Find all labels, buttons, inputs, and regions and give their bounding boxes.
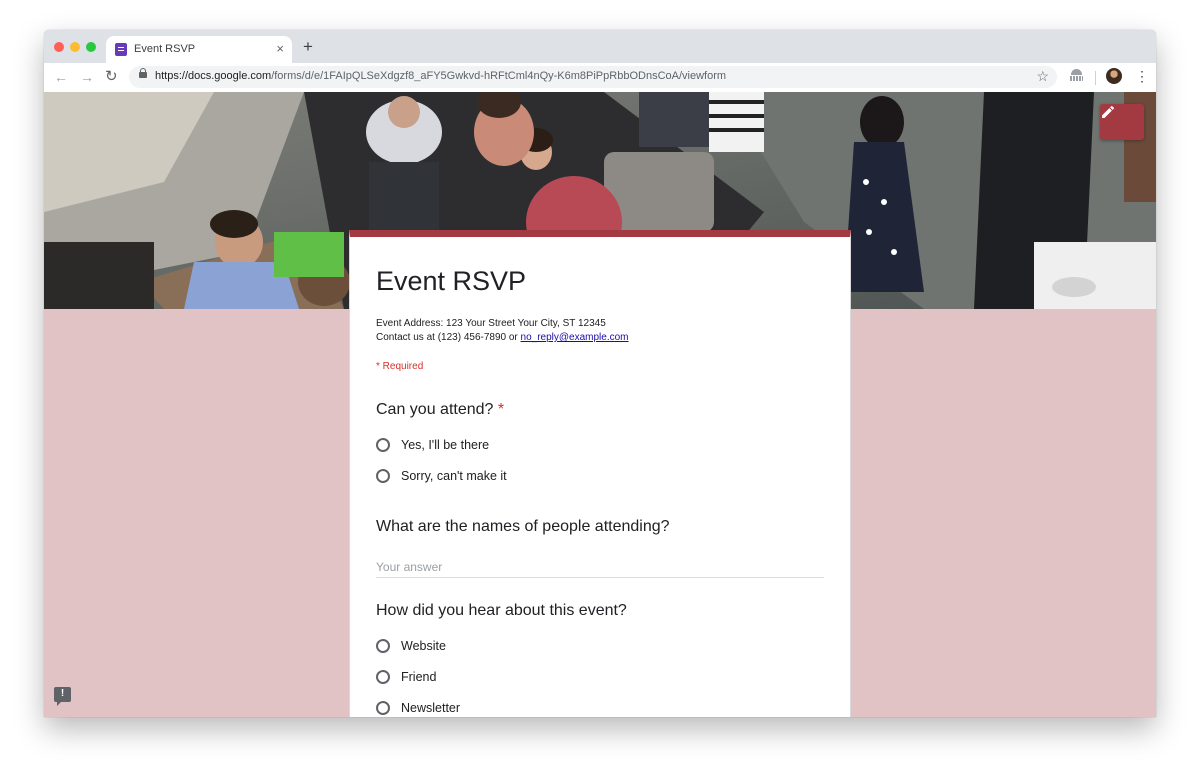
question-names-title: What are the names of people attending? xyxy=(376,518,670,535)
feedback-icon[interactable] xyxy=(54,687,71,706)
option-label: Friend xyxy=(401,670,437,684)
form-description: Event Address: 123 Your Street Your City… xyxy=(376,317,629,345)
new-tab-button[interactable]: + xyxy=(303,38,313,56)
radio-button[interactable] xyxy=(376,701,390,715)
google-forms-icon xyxy=(115,43,127,56)
option-label: Newsletter xyxy=(401,701,461,715)
browser-menu-icon[interactable]: ⋮ xyxy=(1135,67,1149,85)
contact-text: Contact us at (123) 456-7890 or xyxy=(376,332,521,343)
tab-title: Event RSVP xyxy=(134,43,196,55)
bookmark-star-icon[interactable]: ☆ xyxy=(1036,68,1049,85)
option-no[interactable]: Sorry, can't make it xyxy=(376,467,507,485)
pencil-icon xyxy=(1102,105,1115,118)
option-friend[interactable]: Friend xyxy=(376,668,436,686)
radio-button[interactable] xyxy=(376,639,390,653)
profile-avatar[interactable] xyxy=(1106,68,1122,84)
required-star: * xyxy=(497,401,505,418)
maximize-window-button[interactable] xyxy=(86,42,96,52)
browser-tab[interactable]: Event RSVP × xyxy=(106,36,292,63)
radio-button[interactable] xyxy=(376,438,390,452)
address-bar[interactable]: https://docs.google.com/forms/d/e/1FAIpQ… xyxy=(129,66,1057,88)
url-text[interactable]: https://docs.google.com/forms/d/e/1FAIpQ… xyxy=(155,70,726,82)
url-path: /forms/d/e/1FAIpQLSeXdgzf8_aFY5Gwkvd-hRF… xyxy=(271,70,727,82)
names-answer-input[interactable] xyxy=(376,557,824,578)
form-card: Event RSVP Event Address: 123 Your Stree… xyxy=(349,230,851,717)
toolbar-divider xyxy=(1095,71,1096,85)
tab-close-icon[interactable]: × xyxy=(276,41,284,57)
radio-button[interactable] xyxy=(376,670,390,684)
option-label: Website xyxy=(401,639,446,653)
question-attend-title: Can you attend? * xyxy=(376,401,504,419)
edit-button[interactable] xyxy=(1100,104,1144,140)
option-website[interactable]: Website xyxy=(376,637,446,655)
question-source-title: How did you hear about this event? xyxy=(376,602,627,619)
event-address: Event Address: 123 Your Street Your City… xyxy=(376,318,606,329)
option-label: Yes, I'll be there xyxy=(401,438,490,452)
option-label: Sorry, can't make it xyxy=(401,469,507,483)
close-window-button[interactable] xyxy=(54,42,64,52)
option-newsletter[interactable]: Newsletter xyxy=(376,699,460,717)
question-text: Can you attend? xyxy=(376,401,494,418)
radio-button[interactable] xyxy=(376,469,390,483)
browser-toolbar: ← → ↻ https://docs.google.com/forms/d/e/… xyxy=(44,63,1156,93)
back-button[interactable]: ← xyxy=(54,68,68,86)
forward-button[interactable]: → xyxy=(80,68,94,86)
url-host: https://docs.google.com xyxy=(155,70,272,82)
tab-strip: Event RSVP × + xyxy=(44,30,1156,63)
lock-icon xyxy=(139,68,147,78)
contact-email-link[interactable]: no_reply@example.com xyxy=(521,332,629,343)
browser-window: Event RSVP × + ← → ↻ https://docs.google… xyxy=(44,30,1156,717)
form-title: Event RSVP xyxy=(376,266,527,296)
contact-line: Contact us at (123) 456-7890 or no_reply… xyxy=(376,331,629,345)
reload-button[interactable]: ↻ xyxy=(105,68,118,86)
extension-icon[interactable] xyxy=(1070,69,1083,82)
required-note: * Required xyxy=(376,361,424,372)
option-yes[interactable]: Yes, I'll be there xyxy=(376,436,489,454)
minimize-window-button[interactable] xyxy=(70,42,80,52)
